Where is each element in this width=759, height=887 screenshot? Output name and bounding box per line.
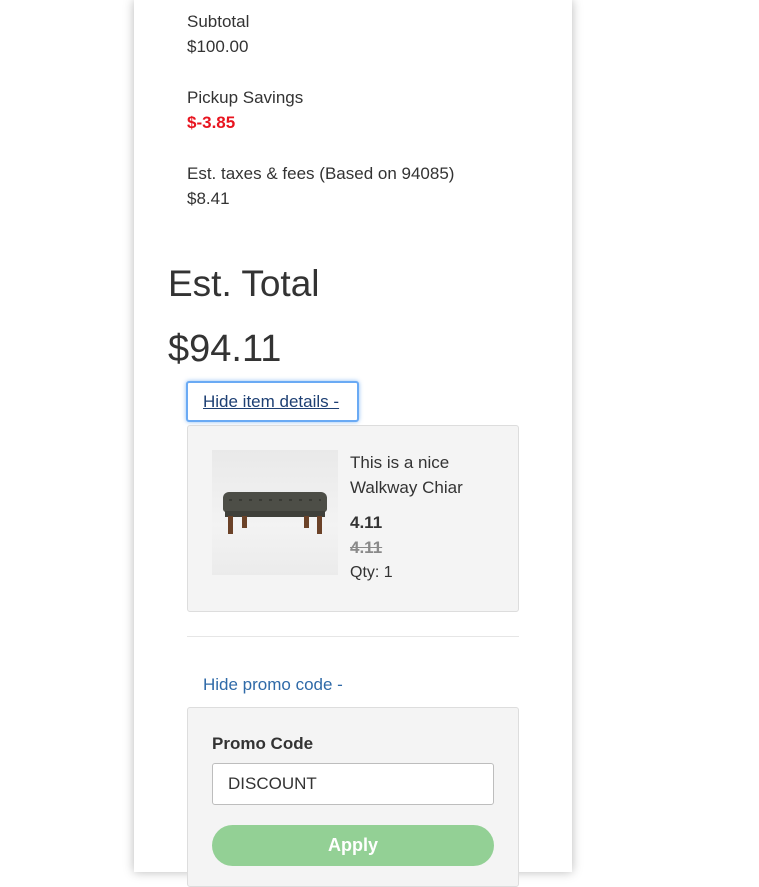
bench-leg [242, 516, 247, 528]
bench-leg [317, 516, 322, 534]
pickup-savings-label: Pickup Savings [187, 88, 304, 107]
subtotal-value: $100.00 [187, 37, 249, 56]
taxes-fees-value: $8.41 [187, 189, 230, 208]
bench-rail [225, 511, 325, 517]
est-total-value: $94.11 [168, 328, 282, 370]
bench-leg [304, 516, 309, 528]
section-divider [187, 636, 519, 637]
promo-code-input[interactable] [212, 763, 494, 805]
subtotal-label: Subtotal [187, 12, 250, 31]
est-total-label: Est. Total [168, 263, 320, 304]
promo-code-box: Promo Code Apply [187, 707, 519, 887]
pickup-savings-row: Pickup Savings $-3.85 [187, 85, 303, 135]
bench-leg [228, 516, 233, 534]
taxes-fees-row: Est. taxes & fees (Based on 94085) $8.41 [187, 161, 454, 211]
bench-seat [223, 492, 327, 512]
subtotal-row: Subtotal $100.00 [187, 9, 249, 59]
hide-item-details-link[interactable]: Hide item details - [186, 381, 359, 422]
bench-product-image[interactable] [212, 450, 338, 575]
order-summary-panel: Subtotal $100.00 Pickup Savings $-3.85 E… [134, 0, 572, 887]
promo-code-label: Promo Code [212, 734, 314, 753]
item-quantity: Qty: 1 [350, 564, 393, 581]
hide-promo-code-link[interactable]: Hide promo code - [203, 673, 343, 697]
item-original-price: 4.11 [350, 538, 383, 557]
item-details-box: This is a nice Walkway Chiar 4.11 4.11 Q… [187, 425, 519, 612]
item-title[interactable]: This is a nice Walkway Chiar [350, 450, 500, 500]
item-price: 4.11 [350, 513, 383, 532]
apply-button[interactable]: Apply [212, 825, 494, 866]
pickup-savings-value: $-3.85 [187, 113, 236, 132]
taxes-fees-label: Est. taxes & fees (Based on 94085) [187, 164, 455, 183]
